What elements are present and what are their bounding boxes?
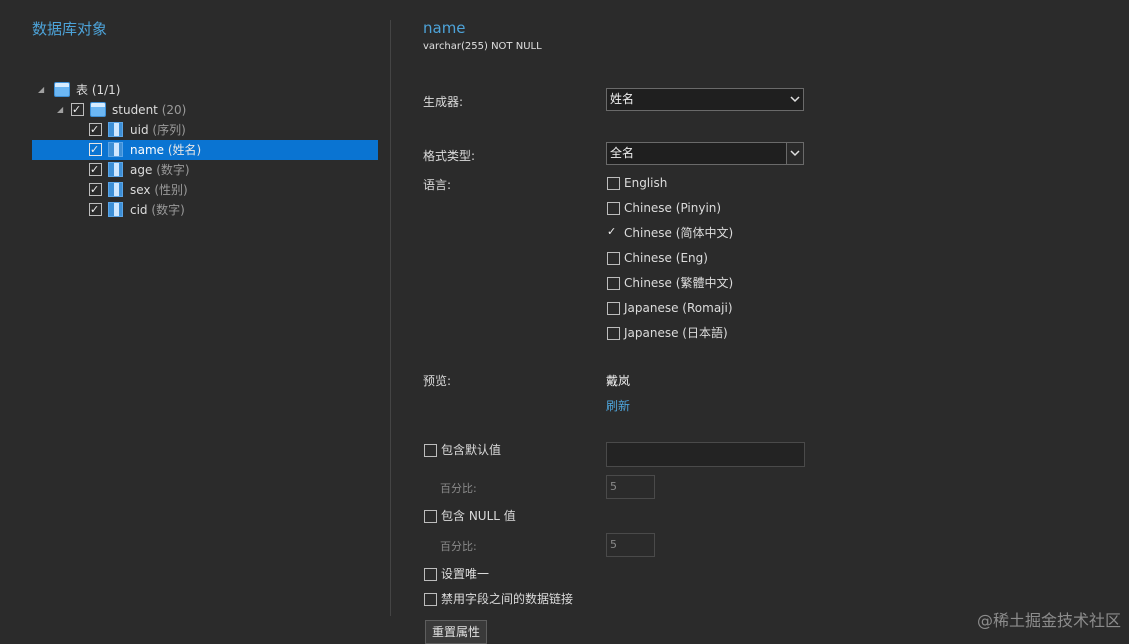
column-generator: (性别)	[154, 183, 188, 197]
generator-select[interactable]: 姓名	[606, 88, 804, 111]
column-icon	[108, 182, 123, 197]
language-option-label: Japanese (Romaji)	[624, 301, 733, 315]
table-checkbox[interactable]	[71, 100, 84, 120]
column-generator: (数字)	[151, 203, 185, 217]
language-checkbox[interactable]	[607, 277, 620, 290]
percent-label: 百分比:	[440, 482, 477, 495]
panel-divider[interactable]	[390, 20, 391, 616]
language-option-label: Chinese (繁體中文)	[624, 276, 734, 290]
include-default-checkbox[interactable]	[424, 444, 437, 457]
field-name-heading: name	[423, 19, 466, 37]
default-percent-input[interactable]: 5	[606, 475, 655, 499]
include-null-label: 包含 NULL 值	[441, 509, 516, 523]
column-checkbox[interactable]	[89, 160, 102, 180]
tree-table-student[interactable]: ◢ student (20)	[32, 100, 378, 120]
language-checkbox[interactable]	[607, 252, 620, 265]
include-default-label: 包含默认值	[441, 443, 502, 457]
column-icon	[108, 202, 123, 217]
column-generator: (姓名)	[167, 143, 202, 157]
language-option-label: Chinese (简体中文)	[624, 226, 734, 240]
column-name: uid	[130, 123, 149, 137]
column-checkbox[interactable]	[89, 120, 102, 140]
generator-value: 姓名	[610, 92, 635, 106]
column-name: sex	[130, 183, 151, 197]
language-checkbox[interactable]	[607, 327, 620, 340]
table-icon	[90, 102, 106, 117]
language-option-label: English	[624, 176, 668, 190]
language-label: 语言:	[423, 178, 452, 192]
field-type-text: varchar(255) NOT NULL	[423, 41, 542, 52]
chevron-down-icon[interactable]	[787, 89, 803, 110]
column-name: name	[130, 143, 165, 157]
refresh-link[interactable]: 刷新	[606, 397, 630, 414]
reset-properties-button[interactable]: 重置属性	[425, 620, 487, 644]
column-checkbox[interactable]	[89, 180, 102, 200]
panel-title: 数据库对象	[32, 20, 108, 38]
chevron-down-icon[interactable]	[786, 143, 803, 164]
language-checkbox[interactable]	[607, 202, 620, 215]
column-icon	[108, 142, 123, 157]
default-value-input[interactable]	[606, 442, 805, 467]
disable-link-checkbox[interactable]	[424, 593, 437, 606]
expand-triangle-icon[interactable]: ◢	[57, 100, 63, 120]
tree-column-age[interactable]: age (数字)	[32, 160, 378, 180]
tree-column-uid[interactable]: uid (序列)	[32, 120, 378, 140]
tree-column-sex[interactable]: sex (性别)	[32, 180, 378, 200]
include-null-checkbox[interactable]	[424, 510, 437, 523]
format-type-label: 格式类型:	[423, 149, 476, 163]
language-option-label: Japanese (日本語)	[624, 326, 728, 340]
watermark-text: @稀土掘金技术社区	[976, 611, 1121, 630]
column-icon	[108, 122, 123, 137]
format-type-value: 全名	[610, 146, 635, 160]
language-checkbox[interactable]	[607, 223, 618, 241]
language-checkbox[interactable]	[607, 302, 620, 315]
preview-value: 戴岚	[606, 374, 631, 388]
null-percent-input[interactable]: 5	[606, 533, 655, 557]
tree-root-tables[interactable]: ◢ 表 (1/1)	[32, 80, 378, 100]
column-generator: (数字)	[156, 163, 190, 177]
column-name: cid	[130, 203, 148, 217]
tree-column-cid[interactable]: cid (数字)	[32, 200, 378, 220]
disable-link-label: 禁用字段之间的数据链接	[441, 592, 574, 606]
table-name: student	[112, 103, 158, 117]
column-checkbox[interactable]	[89, 200, 102, 220]
percent-label: 百分比:	[440, 540, 477, 553]
column-generator: (序列)	[152, 123, 186, 137]
table-row-count: (20)	[161, 103, 187, 117]
column-icon	[108, 162, 123, 177]
column-name: age	[130, 163, 153, 177]
set-unique-label: 设置唯一	[441, 567, 490, 581]
language-option-label: Chinese (Eng)	[624, 251, 708, 265]
language-option-label: Chinese (Pinyin)	[624, 201, 722, 215]
language-checkbox[interactable]	[607, 177, 620, 190]
expand-triangle-icon[interactable]: ◢	[38, 80, 44, 100]
set-unique-checkbox[interactable]	[424, 568, 437, 581]
generator-label: 生成器:	[423, 95, 464, 109]
tree-column-name[interactable]: name (姓名)	[32, 140, 378, 160]
column-checkbox[interactable]	[89, 140, 102, 160]
format-type-select[interactable]: 全名	[606, 142, 804, 165]
table-group-icon	[54, 82, 70, 97]
tree-root-label: 表 (1/1)	[76, 83, 121, 97]
preview-label: 预览:	[423, 374, 452, 388]
